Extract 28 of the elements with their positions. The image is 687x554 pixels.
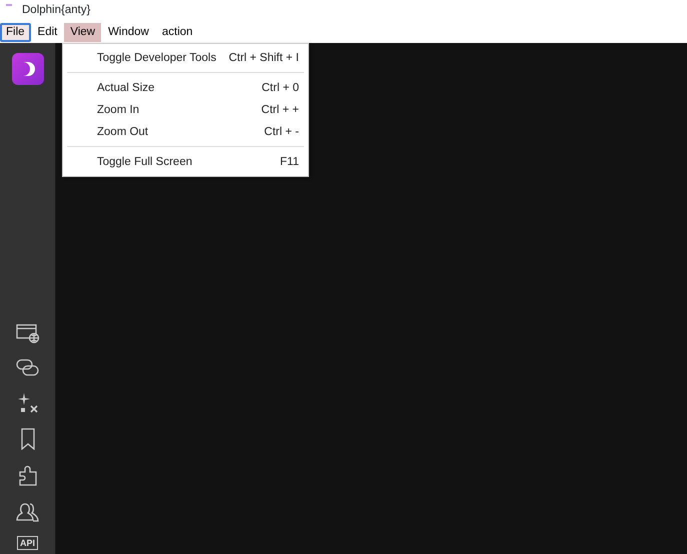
- shortcut-label: Ctrl + Shift + I: [228, 51, 299, 66]
- menu-item[interactable]: action: [156, 23, 199, 42]
- menu-entry[interactable]: Toggle Developer Tools Ctrl + Shift + I: [63, 47, 308, 69]
- menu-entry[interactable]: Toggle Full Screen F11: [63, 151, 308, 173]
- menu-item[interactable]: View: [64, 23, 102, 42]
- bookmark-icon[interactable]: [20, 428, 36, 450]
- menu-entry-label: Zoom In: [97, 103, 140, 118]
- menu-entry-label: Toggle Full Screen: [97, 155, 192, 170]
- browser-globe-icon[interactable]: [16, 324, 40, 344]
- logo-icon[interactable]: [12, 53, 44, 85]
- menu-entry-label: Zoom Out: [97, 125, 148, 140]
- puzzle-icon[interactable]: [16, 464, 38, 486]
- shortcut-label: Ctrl + 0: [262, 81, 299, 96]
- sparkle-icon[interactable]: [16, 392, 38, 414]
- menu-entry[interactable]: Actual Size Ctrl + 0: [63, 77, 308, 99]
- api-icon[interactable]: API: [16, 536, 38, 550]
- menu-item[interactable]: Edit: [32, 23, 64, 42]
- shortcut-label: F11: [280, 155, 299, 170]
- menu-entry[interactable]: Zoom In Ctrl + +: [63, 99, 308, 121]
- window-title: Dolphin{anty}: [22, 3, 90, 18]
- menu-entry-label: Toggle Developer Tools: [97, 51, 216, 66]
- menu-entry[interactable]: Zoom Out Ctrl + -: [63, 121, 308, 143]
- shortcut-label: Ctrl + +: [261, 103, 299, 118]
- menu-item[interactable]: File: [0, 23, 31, 42]
- shortcut-label: Ctrl + -: [264, 125, 299, 140]
- menu-entry-label: Actual Size: [97, 81, 155, 96]
- link-icon[interactable]: [16, 358, 40, 378]
- menu-item[interactable]: Window: [102, 23, 155, 42]
